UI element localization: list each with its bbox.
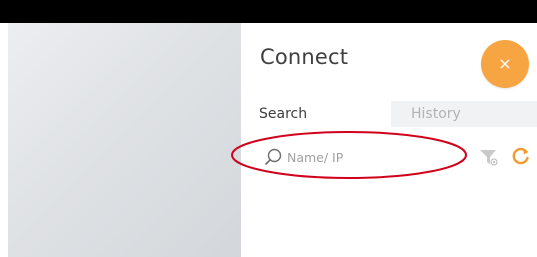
dialog-title: Connect — [260, 45, 349, 69]
top-bar — [0, 0, 537, 23]
tab-search[interactable]: Search — [241, 101, 391, 127]
search-icon — [265, 148, 282, 165]
close-button[interactable]: × — [481, 40, 529, 88]
filter-icon[interactable] — [479, 147, 499, 167]
tab-history[interactable]: History — [391, 101, 537, 127]
connect-dialog: Connect × Search History — [231, 23, 537, 257]
close-icon: × — [498, 54, 512, 73]
tab-bar: Search History — [241, 101, 537, 127]
search-input[interactable] — [287, 147, 467, 167]
refresh-icon[interactable] — [511, 146, 531, 166]
search-row — [231, 127, 537, 183]
background-panel — [8, 23, 241, 257]
